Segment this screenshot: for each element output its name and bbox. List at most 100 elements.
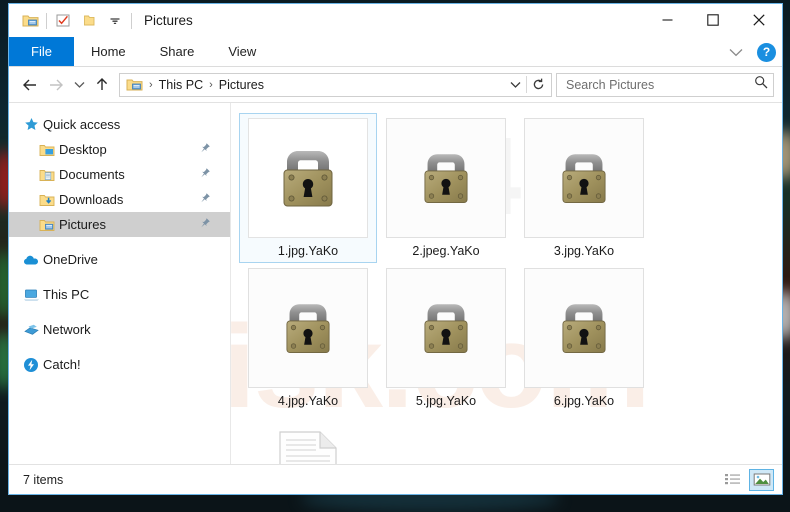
ribbon-tab-bar: File Home Share View ?	[9, 37, 782, 67]
search-box[interactable]	[556, 73, 774, 97]
breadcrumb-bar[interactable]: › This PC › Pictures	[119, 73, 552, 97]
maximize-button[interactable]	[690, 4, 736, 35]
padlock-icon	[417, 297, 475, 359]
breadcrumb-separator-1[interactable]: ›	[206, 79, 216, 91]
tab-view[interactable]: View	[211, 37, 273, 66]
padlock-icon	[417, 147, 475, 209]
folder-pictures-crumb-icon	[126, 77, 143, 92]
breadcrumb-item-pictures[interactable]: Pictures	[216, 78, 267, 92]
checkbox-icon[interactable]	[50, 9, 76, 33]
sidebar-item-desktop[interactable]: Desktop	[9, 137, 230, 162]
collapse-ribbon-icon[interactable]	[725, 41, 747, 63]
padlock-icon	[555, 297, 613, 359]
sidebar-label-downloads: Downloads	[59, 192, 123, 207]
this-pc-icon	[22, 287, 40, 303]
sidebar-item-this-pc[interactable]: This PC	[9, 282, 230, 307]
quick-access-toolbar	[9, 9, 135, 33]
refresh-icon[interactable]	[527, 74, 549, 96]
file-list-view[interactable]: 74 risk.com	[231, 103, 782, 464]
up-button[interactable]	[89, 72, 115, 98]
back-button[interactable]	[17, 72, 43, 98]
file-name: 2.jpeg.YaKo	[412, 243, 479, 259]
file-name: 4.jpg.YaKo	[278, 393, 338, 409]
file-thumbnail	[248, 268, 368, 388]
new-folder-icon[interactable]	[76, 9, 102, 33]
file-thumbnail	[524, 118, 644, 238]
help-button[interactable]: ?	[757, 43, 776, 62]
sidebar-gap-3	[9, 307, 230, 317]
file-thumbnail	[386, 268, 506, 388]
explorer-body: Quick access Desktop	[9, 103, 782, 464]
details-view-button[interactable]	[720, 469, 745, 491]
pin-icon-desktop[interactable]	[199, 142, 211, 157]
breadcrumb: › This PC › Pictures	[126, 77, 504, 92]
large-icons-view-button[interactable]	[749, 469, 774, 491]
file-item[interactable]: 6.jpg.YaKo	[515, 263, 653, 413]
minimize-button[interactable]	[644, 4, 690, 35]
chevron-down-icon[interactable]	[102, 9, 128, 33]
sidebar-label-desktop: Desktop	[59, 142, 107, 157]
file-item[interactable]: 4.jpg.YaKo	[239, 263, 377, 413]
view-mode-buttons	[720, 469, 774, 491]
search-icon[interactable]	[754, 75, 768, 94]
tab-home[interactable]: Home	[74, 37, 143, 66]
file-name: 3.jpg.YaKo	[554, 243, 614, 259]
sidebar-item-downloads[interactable]: Downloads	[9, 187, 230, 212]
properties-icon[interactable]	[17, 9, 43, 33]
sidebar-label-quick-access: Quick access	[43, 117, 120, 132]
sidebar-label-onedrive: OneDrive	[43, 252, 98, 267]
network-icon	[22, 322, 40, 338]
file-explorer-window: Pictures File Home Share View ?	[8, 3, 783, 495]
breadcrumb-item-this-pc[interactable]: This PC	[156, 78, 206, 92]
file-name: 5.jpg.YaKo	[416, 393, 476, 409]
toolbar-separator	[46, 13, 47, 29]
pin-icon-downloads[interactable]	[199, 192, 211, 207]
file-grid: 1.jpg.YaKo 2.jpeg.	[239, 113, 782, 464]
sidebar-label-catch: Catch!	[43, 357, 81, 372]
sidebar-item-quick-access[interactable]: Quick access	[9, 112, 230, 137]
toolbar-separator-2	[131, 13, 132, 29]
address-bar-buttons	[504, 74, 549, 96]
padlock-icon	[275, 143, 341, 213]
file-item[interactable]: 2.jpeg.YaKo	[377, 113, 515, 263]
file-thumbnail	[248, 118, 368, 238]
sidebar-gap-4	[9, 342, 230, 352]
tab-share[interactable]: Share	[143, 37, 212, 66]
file-item[interactable]: 1.jpg.YaKo	[239, 113, 377, 263]
status-bar: 7 items	[9, 464, 782, 494]
folder-pictures-icon	[38, 217, 56, 233]
ribbon-right-controls: ?	[725, 37, 776, 67]
padlock-icon	[555, 147, 613, 209]
forward-button[interactable]	[43, 72, 69, 98]
star-icon	[22, 117, 40, 133]
breadcrumb-separator-0[interactable]: ›	[146, 79, 156, 91]
sidebar-gap-1	[9, 237, 230, 247]
file-item[interactable]: 5.jpg.YaKo	[377, 263, 515, 413]
pin-icon-documents[interactable]	[199, 167, 211, 182]
search-input[interactable]	[566, 78, 754, 92]
file-thumbnail	[248, 418, 368, 464]
navigation-pane: Quick access Desktop	[9, 103, 231, 464]
sidebar-item-network[interactable]: Network	[9, 317, 230, 342]
file-thumbnail	[386, 118, 506, 238]
file-item[interactable]: HOW TO DECRYPT FILES.txt	[239, 413, 377, 464]
sidebar-label-this-pc: This PC	[43, 287, 89, 302]
address-bar: › This PC › Pictures	[9, 67, 782, 103]
sidebar-item-documents[interactable]: Documents	[9, 162, 230, 187]
sidebar-item-catch[interactable]: Catch!	[9, 352, 230, 377]
sidebar-item-pictures[interactable]: Pictures	[9, 212, 230, 237]
onedrive-cloud-icon	[22, 252, 40, 268]
sidebar-item-onedrive[interactable]: OneDrive	[9, 247, 230, 272]
item-count-label: 7 items	[23, 473, 63, 487]
folder-desktop-icon	[38, 142, 56, 158]
sidebar-label-network: Network	[43, 322, 91, 337]
sidebar-label-documents: Documents	[59, 167, 125, 182]
pin-icon-pictures[interactable]	[199, 217, 211, 232]
file-thumbnail	[524, 268, 644, 388]
close-button[interactable]	[736, 4, 782, 35]
title-bar[interactable]: Pictures	[9, 4, 782, 37]
address-dropdown-icon[interactable]	[504, 74, 526, 96]
tab-file[interactable]: File	[9, 37, 74, 66]
file-item[interactable]: 3.jpg.YaKo	[515, 113, 653, 263]
recent-locations-button[interactable]	[69, 72, 89, 98]
